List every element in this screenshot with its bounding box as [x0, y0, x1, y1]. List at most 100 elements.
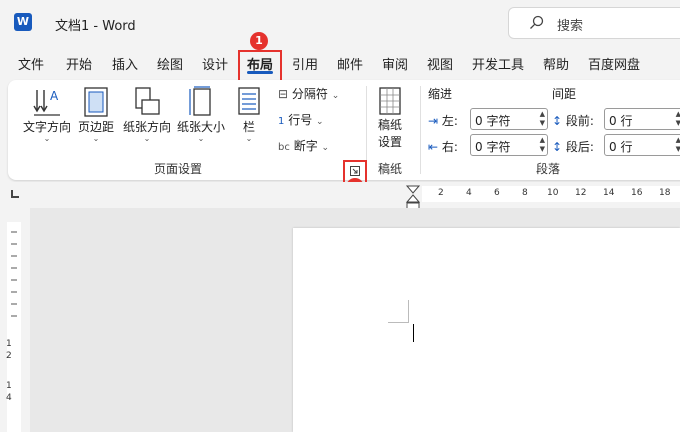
hyphenation-button[interactable]: bc 断字 ⌄	[278, 137, 329, 154]
ruler-tick: 6	[494, 188, 500, 198]
indent-right-text: 右:	[441, 140, 458, 154]
ruler-tick: 4	[466, 188, 472, 198]
margins-label: 页边距	[77, 120, 114, 134]
breaks-icon: ⊟	[278, 87, 289, 101]
indent-right-value: 0 字符	[475, 140, 511, 154]
tab-selector-icon[interactable]	[11, 190, 19, 198]
chevron-down-icon: ⌄	[321, 143, 330, 153]
indent-left-icon: ⇥	[428, 114, 439, 128]
indent-left-text: 左:	[441, 114, 458, 128]
manuscript-settings-button[interactable]: 稿纸 设置	[372, 86, 408, 150]
ribbon-tabs: 文件 开始 插入 绘图 设计 布局 引用 邮件 审阅 视图 开发工具 帮助 百度…	[0, 50, 680, 76]
spinner-arrows-icon[interactable]: ▲ ▼	[676, 136, 680, 154]
search-box[interactable]: 搜索	[508, 7, 680, 39]
step-badge-1: 1	[250, 32, 268, 50]
orientation-label: 纸张方向	[122, 120, 171, 134]
tab-baidu-netdisk[interactable]: 百度网盘	[588, 54, 640, 73]
document-page[interactable]	[293, 228, 680, 432]
manuscript-label-line1: 稿纸	[377, 118, 402, 132]
indent-left-value: 0 字符	[475, 114, 511, 128]
line-numbers-label: 行号	[288, 113, 313, 127]
text-direction-label: 文字方向	[22, 120, 71, 134]
spinner-arrows-icon[interactable]: ▲ ▼	[540, 110, 545, 128]
spacing-after-value: 0 行	[609, 140, 633, 154]
text-direction-icon: A	[33, 89, 60, 116]
tab-view[interactable]: 视图	[427, 54, 453, 73]
tab-developer[interactable]: 开发工具	[472, 54, 524, 73]
manuscript-icon	[379, 87, 401, 115]
tab-insert[interactable]: 插入	[112, 54, 138, 73]
tab-draw[interactable]: 绘图	[157, 54, 183, 73]
line-numbers-icon: 1	[278, 116, 285, 127]
text-cursor	[413, 324, 414, 342]
columns-icon	[238, 87, 260, 115]
indent-right-icon: ⇤	[428, 140, 439, 154]
ruler-tick: 8	[522, 188, 528, 198]
breaks-button[interactable]: ⊟ 分隔符 ⌄	[278, 85, 339, 102]
columns-button[interactable]: 栏 ⌄	[234, 86, 264, 143]
ruler-tick: 12	[575, 188, 587, 198]
ruler-tick: 14	[603, 188, 615, 198]
tab-file[interactable]: 文件	[18, 54, 44, 73]
manuscript-label-line2: 设置	[377, 135, 402, 149]
line-numbers-button[interactable]: 1 行号 ⌄	[278, 111, 324, 128]
ruler-tick: 16	[631, 188, 643, 198]
spacing-after-icon: ↕	[552, 140, 563, 154]
search-placeholder: 搜索	[557, 19, 584, 34]
margin-corner-mark	[388, 300, 409, 323]
ruler-tick: 1	[6, 339, 12, 349]
spinner-arrows-icon[interactable]: ▲ ▼	[540, 136, 545, 154]
page-setup-group-label: 页面设置	[154, 162, 203, 176]
spacing-after-field[interactable]: 0 行 ▲ ▼	[604, 134, 680, 156]
paper-size-icon	[189, 86, 211, 116]
ruler-tick: 4	[6, 393, 12, 403]
indent-marker-icon[interactable]	[405, 184, 421, 210]
tab-design[interactable]: 设计	[202, 54, 228, 73]
spacing-before-icon: ↕	[552, 114, 563, 128]
breaks-label: 分隔符	[291, 87, 328, 101]
word-logo-icon: W	[14, 13, 32, 31]
indent-title: 缩进	[428, 87, 453, 101]
ruler-tick: 2	[6, 351, 12, 361]
hyphenation-label: 断字	[293, 139, 318, 153]
ruler-tick: 2	[438, 188, 444, 198]
orientation-button[interactable]: 纸张方向 ⌄	[120, 86, 174, 143]
indent-right-label: ⇤ 右:	[428, 138, 458, 155]
tab-references[interactable]: 引用	[292, 54, 318, 73]
orientation-icon	[135, 87, 160, 115]
indent-left-label: ⇥ 左:	[428, 112, 458, 129]
chevron-down-icon: ⌄	[197, 134, 205, 143]
chevron-down-icon: ⌄	[43, 134, 51, 143]
chevron-down-icon: ⌄	[92, 134, 100, 143]
indent-right-field[interactable]: 0 字符 ▲ ▼	[470, 134, 548, 156]
highlight-box-layout-tab	[238, 50, 282, 82]
tab-home[interactable]: 开始	[66, 54, 92, 73]
tab-mailings[interactable]: 邮件	[337, 54, 363, 73]
spacing-before-value: 0 行	[609, 114, 633, 128]
horizontal-ruler[interactable]: 2 4 6 8 10 12 14 16 18	[422, 186, 680, 202]
chevron-down-icon: ⌄	[143, 134, 151, 143]
spacing-before-field[interactable]: 0 行 ▲ ▼	[604, 108, 680, 130]
spinner-arrows-icon[interactable]: ▲ ▼	[676, 110, 680, 128]
indent-left-field[interactable]: 0 字符 ▲ ▼	[470, 108, 548, 130]
ruler-tick: 18	[659, 188, 671, 198]
paper-size-button[interactable]: 纸张大小 ⌄	[174, 86, 228, 143]
tab-help[interactable]: 帮助	[543, 54, 569, 73]
chevron-down-icon: ⌄	[331, 91, 340, 101]
spacing-after-text: 段后:	[565, 140, 594, 154]
ruler-tick: 1	[6, 381, 12, 391]
vertical-ruler-labels: 1 2 1 4	[6, 338, 12, 404]
paragraph-group-label: 段落	[536, 162, 561, 176]
spacing-before-text: 段前:	[565, 114, 594, 128]
tab-review[interactable]: 审阅	[382, 54, 408, 73]
search-icon	[530, 15, 544, 29]
svg-text:A: A	[50, 89, 59, 103]
spacing-title: 间距	[552, 87, 577, 101]
columns-label: 栏	[242, 120, 255, 134]
spacing-after-label: ↕ 段后:	[552, 138, 594, 155]
chevron-down-icon: ⌄	[316, 117, 324, 127]
text-direction-button[interactable]: A 文字方向 ⌄	[20, 86, 74, 143]
margins-icon	[84, 87, 108, 117]
spacing-before-label: ↕ 段前:	[552, 112, 594, 129]
margins-button[interactable]: 页边距 ⌄	[74, 86, 118, 143]
